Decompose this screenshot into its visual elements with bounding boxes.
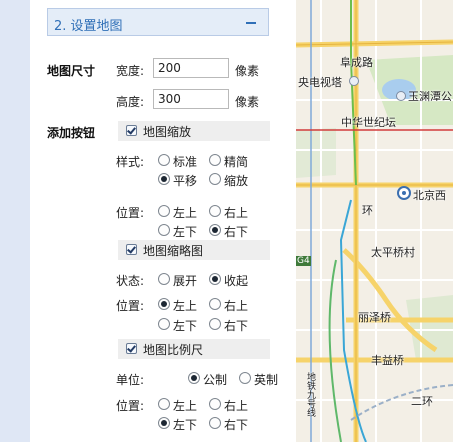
overview-pos-top-right-radio[interactable] [209,298,221,310]
zoom-style-pan-radio[interactable] [158,173,170,185]
map-label-lizeqiao: 丽泽桥 [358,311,391,324]
height-input[interactable] [153,89,229,109]
zoom-style-zoom-radio[interactable] [209,173,221,185]
map-label-tower: 央电视塔 [298,76,342,89]
zoom-style-compact-label: 精简 [224,155,249,169]
zoom-style-standard-label: 标准 [173,155,198,169]
height-unit: 像素 [235,95,260,109]
overview-pos-bottom-left-radio[interactable] [158,318,170,330]
map-label-fuchenglu: 阜成路 [340,56,373,69]
zoom-pos-top-right-radio[interactable] [209,205,221,217]
section-header[interactable]: 2. 设置地图 [47,8,269,36]
width-input[interactable] [153,58,229,78]
overview-state-collapse-label: 收起 [224,274,249,288]
section-title: 2. 设置地图 [54,19,123,34]
map-label-ring: 环 [362,204,373,217]
zoom-pos-top-left-label: 左上 [173,206,198,220]
zoom-pos-top-right-label: 右上 [224,206,249,220]
map-label-beijingxi: 北京西 [413,189,446,202]
overview-state-label: 状态: [116,274,145,288]
zoom-position-label: 位置: [116,206,145,220]
map-preview[interactable]: 阜成路 央电视塔 玉渊潭公 中华世纪坛 北京西 环 太平桥村 丽泽桥 丰益桥 二… [296,0,453,442]
scale-checkbox[interactable] [126,343,137,354]
overview-pos-top-right-label: 右上 [224,299,249,313]
width-label: 宽度: [116,64,145,78]
scale-pos-top-right-radio[interactable] [209,398,221,410]
zoom-title: 地图缩放 [143,125,192,139]
scale-pos-bottom-left-label: 左下 [173,418,198,432]
overview-position-label: 位置: [116,299,145,313]
collapse-icon[interactable] [246,22,256,24]
zoom-bar: 地图缩放 [118,121,270,141]
zoom-pos-top-left-radio[interactable] [158,205,170,217]
zoom-style-pan-label: 平移 [173,174,198,188]
map-label-metro: 地铁九号线 [305,372,315,417]
scale-unit-imperial-label: 英制 [254,373,279,387]
scale-pos-top-left-radio[interactable] [158,398,170,410]
overview-title: 地图缩略图 [143,244,204,258]
overview-pos-bottom-right-radio[interactable] [209,318,221,330]
overview-state-expand-label: 展开 [173,274,198,288]
scale-pos-bottom-right-label: 右下 [224,418,249,432]
overview-pos-bottom-left-label: 左下 [173,319,198,333]
zoom-style-zoom-label: 缩放 [224,174,249,188]
overview-pos-top-left-label: 左上 [173,299,198,313]
overview-checkbox[interactable] [126,244,137,255]
scale-unit-label: 单位: [116,373,145,387]
zoom-pos-bottom-left-radio[interactable] [158,224,170,236]
scale-unit-metric-label: 公制 [203,373,228,387]
settings-panel: 2. 设置地图 地图尺寸 宽度: 像素 高度: 像素 添加按钮 地图缩放 样式:… [30,0,296,442]
map-label-century: 中华世纪坛 [341,116,396,129]
poi-pin-icon [349,76,359,86]
left-strip [0,0,30,442]
overview-pos-bottom-right-label: 右下 [224,319,249,333]
map-label-second-ring: 二环 [411,395,433,408]
width-unit: 像素 [235,64,260,78]
scale-pos-bottom-left-radio[interactable] [158,417,170,429]
scale-pos-bottom-right-radio[interactable] [209,417,221,429]
map-size-label: 地图尺寸 [47,64,96,78]
map-label-yuyuantan: 玉渊潭公 [408,90,452,103]
height-label: 高度: [116,95,145,109]
scale-bar: 地图比例尺 [118,339,270,359]
scale-pos-top-left-label: 左上 [173,399,198,413]
map-label-g4: G4 [296,256,311,266]
scale-position-label: 位置: [116,399,145,413]
overview-state-collapse-radio[interactable] [209,273,221,285]
overview-state-expand-radio[interactable] [158,273,170,285]
zoom-pos-bottom-left-label: 左下 [173,225,198,239]
park-pin-icon [396,91,406,101]
zoom-pos-bottom-right-label: 右下 [224,225,249,239]
scale-unit-metric-radio[interactable] [188,372,200,384]
scale-title: 地图比例尺 [143,343,204,357]
map-drawing [296,0,453,442]
scale-unit-imperial-radio[interactable] [239,372,251,384]
zoom-style-compact-radio[interactable] [209,154,221,166]
map-label-taipingqiao: 太平桥村 [371,246,415,259]
zoom-checkbox[interactable] [126,125,137,136]
add-buttons-label: 添加按钮 [47,126,96,140]
zoom-style-label: 样式: [116,155,145,169]
map-label-fengyiqiao: 丰益桥 [371,354,404,367]
overview-pos-top-left-radio[interactable] [158,298,170,310]
zoom-pos-bottom-right-radio[interactable] [209,224,221,236]
scale-pos-top-right-label: 右上 [224,399,249,413]
overview-bar: 地图缩略图 [118,240,270,260]
zoom-style-standard-radio[interactable] [158,154,170,166]
